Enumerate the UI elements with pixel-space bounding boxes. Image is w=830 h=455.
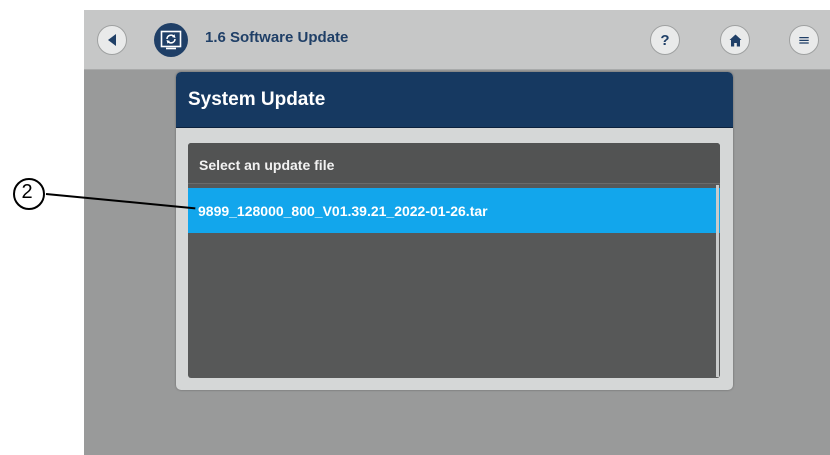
software-update-icon [154,23,188,57]
device-screen: 1.6 Software Update ? ≡ System Update Se… [84,10,830,455]
menu-button[interactable]: ≡ [789,25,819,55]
home-button[interactable] [720,25,750,55]
dialog-title: System Update [188,89,326,110]
menu-icon: ≡ [797,30,811,49]
help-button[interactable]: ? [650,25,680,55]
file-name: 9899_128000_800_V01.39.21_2022-01-26.tar [198,203,488,219]
callout-number: 2 [21,181,33,203]
scrollbar[interactable] [716,185,719,377]
file-list-header: Select an update file [188,143,720,184]
dialog-header: System Update [176,72,733,128]
page-title: 1.6 Software Update [205,29,349,46]
callout-marker: 2 [13,178,45,210]
back-arrow-icon [108,34,116,46]
top-bar: 1.6 Software Update ? ≡ [84,10,830,70]
update-file-list: Select an update file 9899_128000_800_V0… [188,143,720,378]
file-list-label: Select an update file [199,157,335,173]
help-icon: ? [660,31,670,49]
home-icon [729,34,741,46]
file-list-item-selected[interactable]: 9899_128000_800_V01.39.21_2022-01-26.tar [188,188,720,233]
system-update-dialog: System Update Select an update file 9899… [176,72,733,390]
back-button[interactable] [97,25,127,55]
